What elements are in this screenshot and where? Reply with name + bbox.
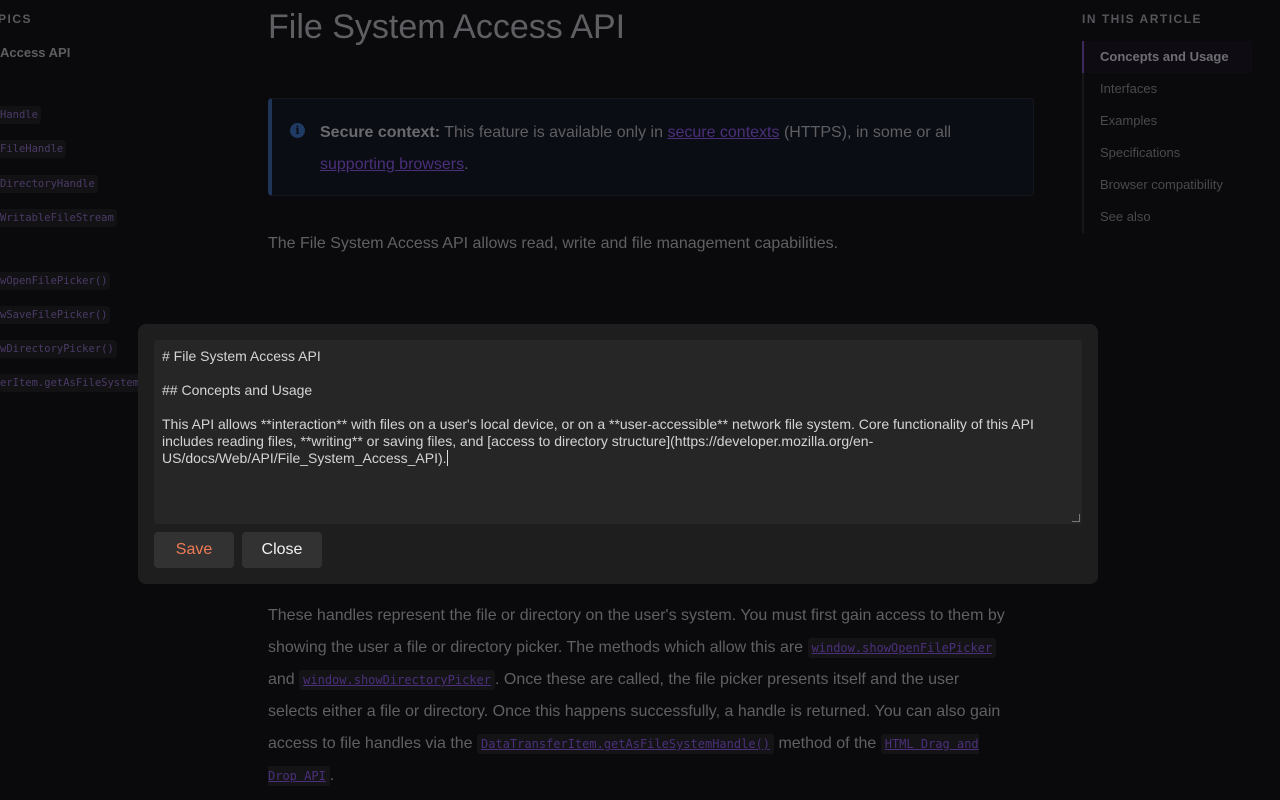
sidebar-heading: PICS <box>0 12 33 26</box>
handles-paragraph: These handles represent the file or dire… <box>268 600 1008 792</box>
resize-grip-icon[interactable] <box>1072 514 1080 522</box>
show-directory-picker-link[interactable]: window.showDirectoryPicker <box>303 673 491 687</box>
save-button[interactable]: Save <box>154 532 234 568</box>
para-text: method of the <box>774 735 881 752</box>
code-link: DataTransferItem.getAsFileSystemHandle() <box>477 734 774 754</box>
table-of-contents: Concepts and Usage Interfaces Examples S… <box>1082 41 1252 233</box>
markdown-textarea[interactable]: # File System Access API ## Concepts and… <box>154 340 1082 524</box>
note-text: Secure context: This feature is availabl… <box>320 117 1010 181</box>
note-text-part: . <box>464 156 469 173</box>
note-text-part: (HTTPS), in some or all <box>779 124 952 141</box>
markdown-editor-dialog: # File System Access API ## Concepts and… <box>138 324 1098 584</box>
secure-context-note: i Secure context: This feature is availa… <box>268 98 1034 196</box>
get-as-file-system-handle-link[interactable]: DataTransferItem.getAsFileSystemHandle() <box>481 737 770 751</box>
info-icon: i <box>290 123 305 138</box>
para-text: . <box>329 767 335 784</box>
sidebar-method-link[interactable]: wOpenFilePicker() <box>0 272 111 290</box>
supporting-browsers-link[interactable]: supporting browsers <box>320 156 464 173</box>
code-link: window.showDirectoryPicker <box>299 670 495 690</box>
para-text: and <box>268 671 300 688</box>
close-button[interactable]: Close <box>242 532 322 568</box>
intro-paragraph: The File System Access API allows read, … <box>268 235 839 252</box>
toc-item-concepts[interactable]: Concepts and Usage <box>1082 41 1252 73</box>
sidebar-method-link[interactable]: wDirectoryPicker() <box>0 340 117 358</box>
toc-item-see-also[interactable]: See also <box>1084 201 1252 233</box>
text-caret <box>446 450 448 466</box>
sidebar-interface-link[interactable]: Handle <box>0 106 41 124</box>
sidebar-interface-link[interactable]: WritableFileStream <box>0 209 117 227</box>
page-title: File System Access API <box>268 8 626 46</box>
toc-heading: IN THIS ARTICLE <box>1082 12 1203 26</box>
toc-item-browser-compat[interactable]: Browser compatibility <box>1084 169 1252 201</box>
sidebar-interface-link[interactable]: FileHandle <box>0 140 67 158</box>
markdown-content: # File System Access API ## Concepts and… <box>162 348 1034 466</box>
sidebar-title-link[interactable]: Access API <box>0 45 70 60</box>
toc-item-examples[interactable]: Examples <box>1084 105 1252 137</box>
note-label: Secure context: <box>320 124 441 141</box>
secure-contexts-link[interactable]: secure contexts <box>667 124 779 141</box>
show-open-file-picker-link[interactable]: window.showOpenFilePicker <box>812 641 993 655</box>
sidebar-interface-link[interactable]: DirectoryHandle <box>0 175 98 193</box>
sidebar-method-link[interactable]: wSaveFilePicker() <box>0 306 111 324</box>
code-link: window.showOpenFilePicker <box>807 638 997 658</box>
toc-item-specifications[interactable]: Specifications <box>1084 137 1252 169</box>
toc-item-interfaces[interactable]: Interfaces <box>1084 73 1252 105</box>
note-text-part: This feature is available only in <box>440 124 668 141</box>
